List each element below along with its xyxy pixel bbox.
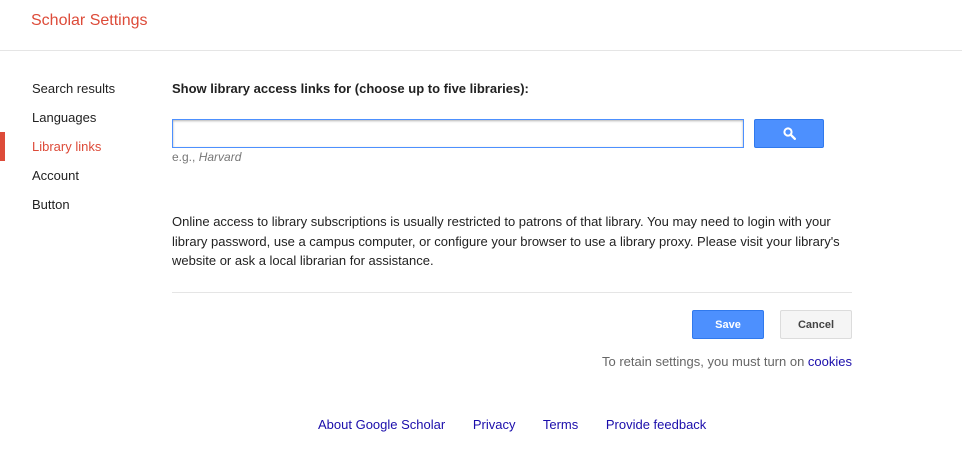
retain-settings-notice: To retain settings, you must turn on coo… <box>602 354 852 369</box>
footer-link-feedback[interactable]: Provide feedback <box>606 417 706 432</box>
footer-link-about[interactable]: About Google Scholar <box>318 417 445 432</box>
library-access-description: Online access to library subscriptions i… <box>172 214 840 268</box>
sidebar-item-languages[interactable]: Languages <box>0 103 150 132</box>
footer-link-privacy[interactable]: Privacy <box>473 417 516 432</box>
save-button[interactable]: Save <box>692 310 764 339</box>
sidebar-item-search-results[interactable]: Search results <box>0 74 150 103</box>
footer-link-terms[interactable]: Terms <box>543 417 578 432</box>
divider <box>172 292 852 293</box>
retain-text: To retain settings, you must turn on <box>601 354 808 369</box>
hint-prefix: e.g., <box>172 150 199 164</box>
sidebar-item-account[interactable]: Account <box>0 161 150 190</box>
sidebar-item-button[interactable]: Button <box>0 190 150 219</box>
page-title: Scholar Settings <box>31 12 148 29</box>
page-header: Scholar Settings <box>0 0 962 51</box>
search-icon <box>782 127 796 140</box>
settings-sidebar: Search results Languages Library links A… <box>0 74 150 219</box>
section-heading: Show library access links for (choose up… <box>172 81 529 96</box>
library-search-input[interactable] <box>172 119 744 148</box>
input-hint: e.g., Harvard <box>172 150 241 164</box>
hint-example: Harvard <box>198 150 242 164</box>
cancel-button[interactable]: Cancel <box>780 310 852 339</box>
cookies-link[interactable]: cookies <box>808 354 852 369</box>
sidebar-item-library-links[interactable]: Library links <box>0 132 150 161</box>
footer: About Google Scholar Privacy Terms Provi… <box>318 417 730 432</box>
library-search-button[interactable] <box>754 119 824 148</box>
